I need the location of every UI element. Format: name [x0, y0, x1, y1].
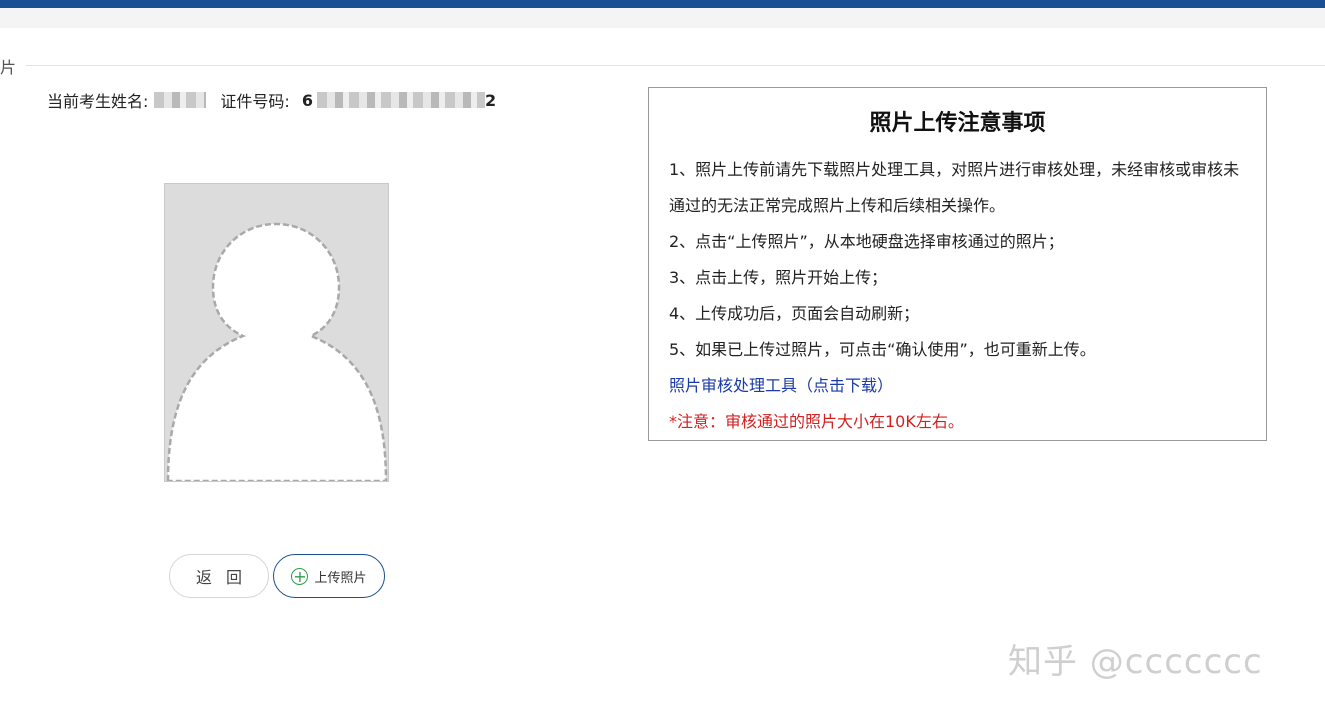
- id-value-prefix: 6: [301, 90, 313, 110]
- notice-title: 照片上传注意事项: [869, 111, 1046, 136]
- notice-items: 1、照片上传前请先下载照片处理工具，对照片进行审核处理，未经审核或审核未通过的无…: [669, 152, 1249, 440]
- back-button[interactable]: 返回: [169, 554, 269, 598]
- section-title-fragment: 片: [0, 58, 17, 77]
- candidate-info: 当前考生姓名: 证件号码: 6 2: [47, 88, 496, 112]
- upload-photo-button[interactable]: + 上传照片: [273, 554, 385, 598]
- upload-photo-label: 上传照片: [314, 570, 367, 586]
- sub-bar: [0, 8, 1325, 28]
- notice-item: 2、点击“上传照片”，从本地硬盘选择审核通过的照片；: [669, 232, 1064, 251]
- name-value-masked: [154, 92, 207, 108]
- notice-panel: 照片上传注意事项 1、照片上传前请先下载照片处理工具，对照片进行审核处理，未经审…: [648, 87, 1267, 441]
- top-bar: [0, 0, 1325, 8]
- section-divider: [26, 65, 1325, 66]
- plus-icon: +: [291, 566, 309, 586]
- id-label: 证件号码:: [220, 92, 290, 111]
- notice-item: 3、点击上传，照片开始上传；: [669, 268, 888, 287]
- notice-item: 4、上传成功后，页面会自动刷新；: [669, 304, 920, 323]
- watermark: 知乎 @ccccccc: [1008, 642, 1263, 682]
- download-tool-link[interactable]: 照片审核处理工具（点击下载）: [669, 368, 1249, 404]
- id-value-suffix: 2: [484, 90, 497, 110]
- avatar-silhouette-icon: [166, 222, 388, 481]
- notice-item: 5、如果已上传过照片，可点击“确认使用”，也可重新上传。: [669, 340, 1096, 359]
- name-label: 当前考生姓名:: [47, 92, 149, 111]
- photo-placeholder: [164, 183, 389, 482]
- notice-item: 1、照片上传前请先下载照片处理工具，对照片进行审核处理，未经审核或审核未通过的无…: [669, 160, 1240, 215]
- id-value-masked: [316, 92, 485, 108]
- size-warning: *注意：审核通过的照片大小在10K左右。: [669, 412, 964, 431]
